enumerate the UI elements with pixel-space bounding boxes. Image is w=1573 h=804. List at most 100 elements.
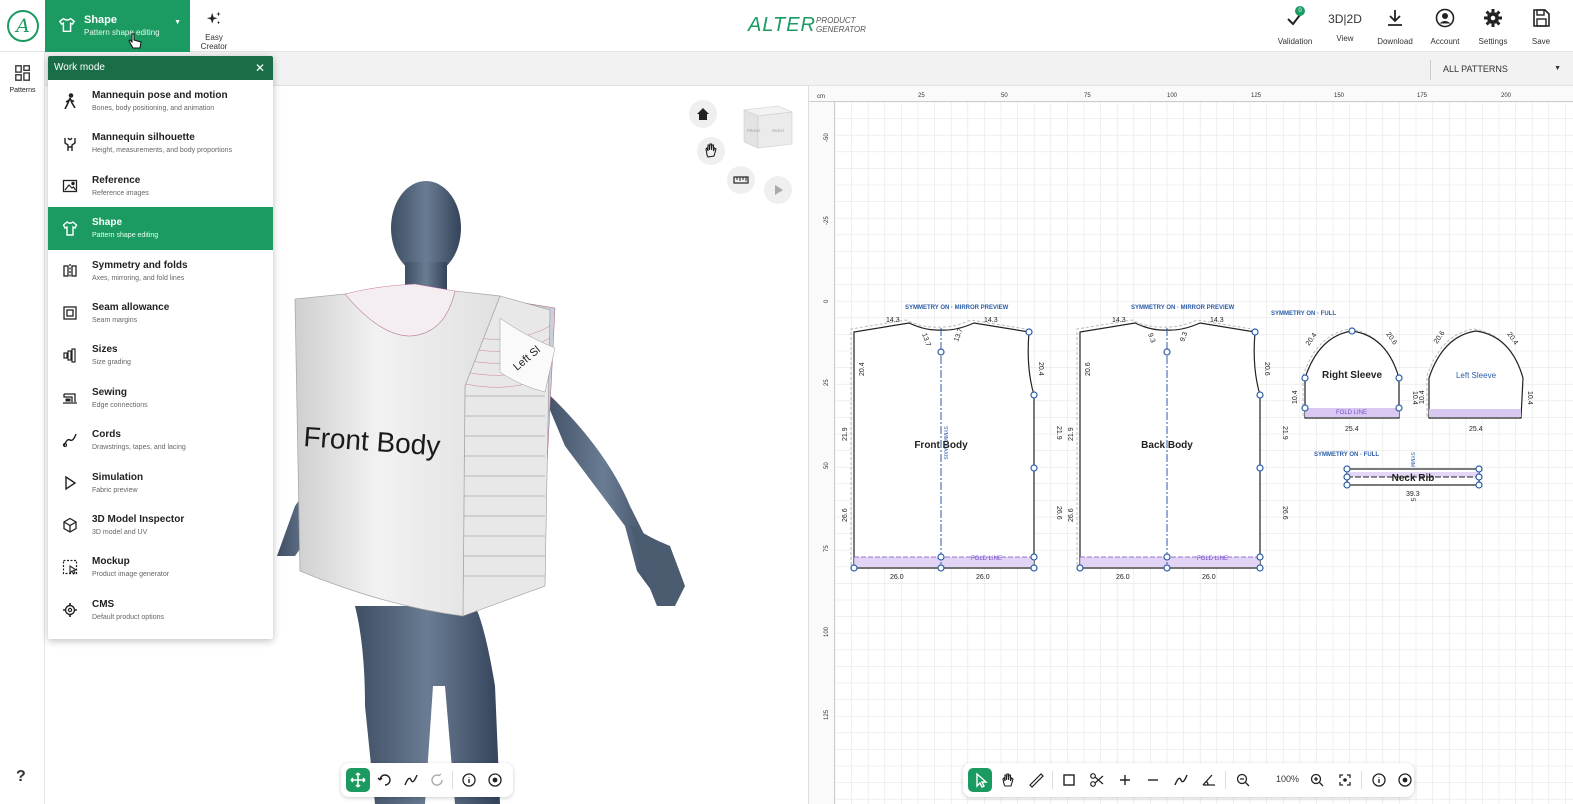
work-mode-header: Work mode ✕ xyxy=(48,56,273,80)
pattern-piece-label: Neck Rib xyxy=(1392,473,1435,484)
control-point xyxy=(1475,473,1483,481)
work-mode-item-subtitle: Edge connections xyxy=(92,401,148,409)
zoom-out-button[interactable] xyxy=(1231,768,1255,792)
pattern-canvas[interactable]: FOLD LINE SYMMETRY ON · MIRROR PREVIEW Fro… xyxy=(809,86,1573,804)
add-point-button[interactable] xyxy=(1113,768,1137,792)
download-label: Download xyxy=(1377,37,1413,46)
dimension-label: 10.4 xyxy=(1411,391,1418,405)
reset-icon xyxy=(431,773,443,786)
control-point xyxy=(1343,473,1351,481)
work-mode-item-title: 3D Model Inspector xyxy=(92,513,185,525)
work-mode-item-reference[interactable]: Reference Reference images xyxy=(48,165,273,207)
top-actions: 0 Validation 3D|2D View Download Account… xyxy=(1269,6,1565,50)
control-point xyxy=(1475,465,1483,473)
move-tool-button[interactable] xyxy=(346,768,370,792)
cut-tool-button[interactable] xyxy=(1085,768,1109,792)
download-icon xyxy=(1388,10,1402,26)
work-mode-item-mannequin-silhouette[interactable]: Mannequin silhouette Height, measurements… xyxy=(48,122,273,164)
download-button[interactable]: Download xyxy=(1369,6,1421,50)
measure-tool-button[interactable] xyxy=(1024,768,1048,792)
rotate-tool-button[interactable] xyxy=(373,768,397,792)
work-mode-item-seam-allowance[interactable]: Seam allowance Seam margins xyxy=(48,292,273,334)
work-mode-item-symmetry-and-folds[interactable]: Symmetry and folds Axes, mirroring, and f… xyxy=(48,250,273,292)
chevron-down-icon: ▼ xyxy=(174,19,181,26)
pan-tool-button[interactable] xyxy=(996,768,1020,792)
work-mode-item-subtitle: Drawstrings, tapes, and lacing xyxy=(92,444,186,452)
sizes-icon xyxy=(63,348,76,363)
shirt-icon xyxy=(62,221,78,236)
remove-point-button[interactable] xyxy=(1141,768,1165,792)
work-mode-item-subtitle: Bones, body positioning, and animation xyxy=(92,105,215,112)
control-point xyxy=(1163,553,1171,561)
brand-sub-1: PRODUCT xyxy=(816,16,856,25)
work-mode-item-3d-model-inspector[interactable]: 3D Model Inspector 3D model and UV xyxy=(48,504,273,546)
work-mode-item-title: Mannequin silhouette xyxy=(92,132,195,144)
zoom-in-icon xyxy=(1310,773,1324,787)
app-logo[interactable]: A xyxy=(7,10,39,42)
control-point xyxy=(1163,564,1171,572)
work-mode-item-subtitle: Axes, mirroring, and fold lines xyxy=(92,274,185,282)
view-label: View xyxy=(1336,34,1354,43)
pattern-filter-select[interactable]: ALL PATTERNS ▼ xyxy=(1433,58,1563,80)
target-button[interactable] xyxy=(483,768,507,792)
dimension-label: 20.4 xyxy=(1037,362,1044,376)
dimension-label: 10.4 xyxy=(1419,390,1426,404)
control-point xyxy=(1395,404,1403,412)
fold-band xyxy=(1429,409,1521,417)
garment-3d: Front Body Left Sl xyxy=(294,283,556,617)
angle-tool-button[interactable] xyxy=(1197,768,1221,792)
help-button[interactable]: ? xyxy=(16,768,26,786)
close-icon[interactable]: ✕ xyxy=(255,56,265,80)
settings-button[interactable]: Settings xyxy=(1469,6,1517,50)
validation-button[interactable]: 0 Validation xyxy=(1269,6,1321,50)
zoom-in-button[interactable] xyxy=(1305,768,1329,792)
save-button[interactable]: Save xyxy=(1517,6,1565,50)
transform-tool-button[interactable] xyxy=(399,768,423,792)
play-animation-button[interactable] xyxy=(764,176,792,204)
info-button[interactable] xyxy=(457,768,481,792)
control-point xyxy=(1251,328,1259,336)
ruler-icon xyxy=(1029,773,1044,788)
pattern-back-body: FOLD LINE SYMMETRY ON · MIRROR PREVIEW Bac… xyxy=(1068,305,1288,581)
target-button[interactable] xyxy=(1393,768,1417,792)
work-mode-list: Mannequin pose and motion Bones, body pos… xyxy=(48,80,273,631)
hand-icon xyxy=(705,143,717,158)
fit-icon xyxy=(1339,774,1351,786)
account-button[interactable]: Account xyxy=(1421,6,1469,50)
work-mode-item-cms[interactable]: CMS Default product options xyxy=(48,589,273,631)
fit-view-button[interactable] xyxy=(1333,768,1357,792)
control-point xyxy=(1025,328,1033,336)
dimension-label: 14.3 xyxy=(1112,317,1126,324)
work-mode-dropdown[interactable]: Shape Pattern shape editing ▼ xyxy=(45,0,190,52)
work-mode-item-sewing[interactable]: Sewing Edge connections xyxy=(48,377,273,419)
brand-main: ALTER xyxy=(748,14,816,36)
dimension-label: 21.9 xyxy=(1281,426,1288,440)
work-mode-item-sizes[interactable]: Sizes Size grading xyxy=(48,334,273,376)
symmetry-icon xyxy=(63,263,77,278)
viewport-2d[interactable]: FOLD LINE SYMMETRY ON · MIRROR PREVIEW Fro… xyxy=(808,86,1573,804)
work-mode-item-cords[interactable]: Cords Drawstrings, tapes, and lacing xyxy=(48,419,273,461)
work-mode-item-title: Simulation xyxy=(92,471,144,483)
view-cube[interactable]: FRONT RIGHT xyxy=(738,102,796,150)
curve-tool-button[interactable] xyxy=(1169,768,1193,792)
work-mode-item-simulation[interactable]: Simulation Fabric preview xyxy=(48,462,273,504)
home-view-button[interactable] xyxy=(689,100,717,128)
control-point xyxy=(1475,481,1483,489)
view-toggle-button[interactable]: 3D|2D View xyxy=(1321,6,1369,50)
info-button[interactable] xyxy=(1367,768,1391,792)
work-mode-item-shape[interactable]: Shape Pattern shape editing xyxy=(48,207,273,250)
easy-creator-button[interactable]: Easy Creator xyxy=(192,10,236,51)
dimension-label: 26.0 xyxy=(1116,574,1130,581)
work-mode-item-mannequin-pose-and-motion[interactable]: Mannequin pose and motion Bones, body pos… xyxy=(48,80,273,122)
measure-button[interactable] xyxy=(727,166,755,194)
work-mode-title: Shape xyxy=(84,14,118,26)
work-mode-item-subtitle: Pattern shape editing xyxy=(92,232,159,240)
dimension-label: 26.0 xyxy=(890,574,904,581)
rectangle-tool-button[interactable] xyxy=(1057,768,1081,792)
pan-button[interactable] xyxy=(697,137,725,165)
work-mode-item-mockup[interactable]: Mockup Product image generator xyxy=(48,546,273,588)
patterns-button[interactable]: Patterns xyxy=(5,64,40,94)
pattern-piece-label: Front Body xyxy=(914,440,968,451)
reset-button[interactable] xyxy=(425,768,449,792)
select-tool-button[interactable] xyxy=(968,768,992,792)
